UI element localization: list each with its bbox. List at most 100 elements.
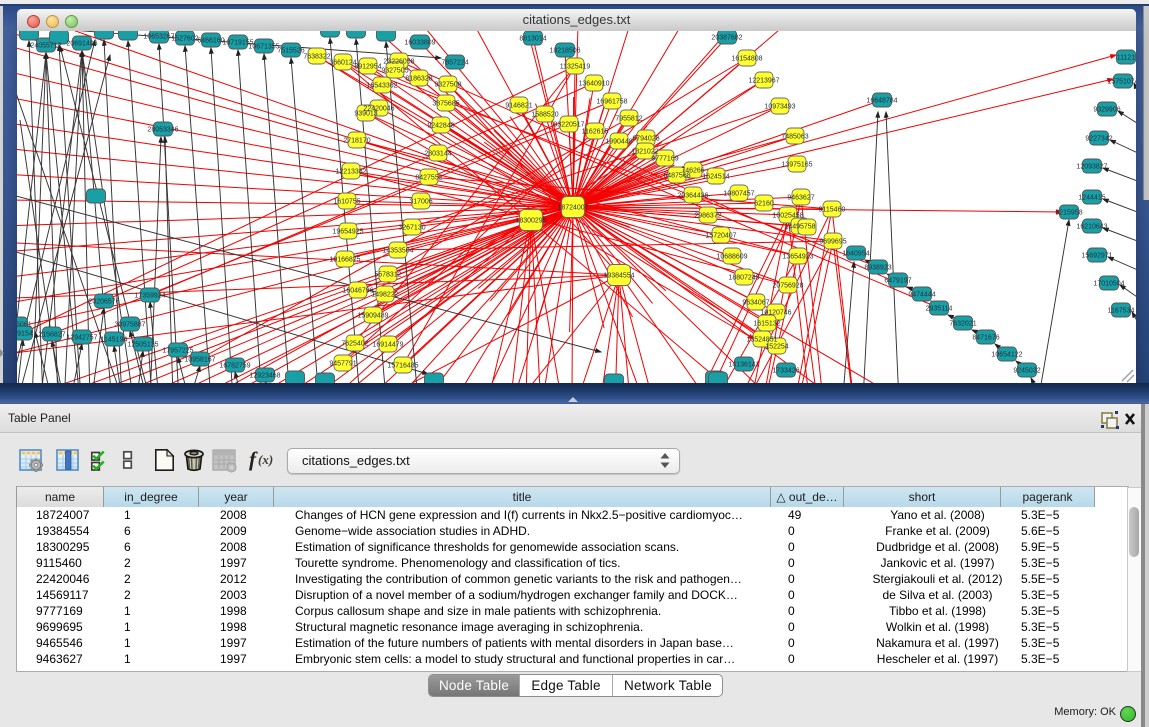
svg-text:f: f [249, 448, 258, 471]
svg-text:6466160: 6466160 [197, 38, 224, 45]
svg-text:10688609: 10688609 [716, 254, 747, 261]
svg-text:6479197: 6479197 [884, 278, 911, 285]
svg-text:9327508: 9327508 [434, 82, 461, 89]
svg-text:23226058: 23226058 [383, 59, 414, 66]
svg-text:(x): (x) [258, 452, 273, 467]
svg-text:14495758: 14495758 [784, 224, 815, 231]
svg-text:2986372: 2986372 [694, 213, 721, 220]
svg-text:18807249: 18807249 [728, 275, 759, 282]
svg-text:8215958: 8215958 [1055, 210, 1082, 217]
svg-text:14353504: 14353504 [382, 248, 413, 255]
svg-text:13975165: 13975165 [781, 162, 812, 169]
svg-text:7515526: 7515526 [277, 48, 304, 55]
svg-text:20206576: 20206576 [88, 299, 119, 306]
svg-text:20364436: 20364436 [677, 193, 708, 200]
svg-text:1498222: 1498222 [371, 292, 398, 299]
svg-text:12505135: 12505135 [127, 342, 158, 349]
svg-text:1624514: 1624514 [702, 174, 729, 181]
svg-text:7638322: 7638322 [303, 54, 330, 61]
svg-text:3660124: 3660124 [329, 60, 356, 67]
svg-text:10025458: 10025458 [772, 213, 803, 220]
svg-text:15716485: 15716485 [387, 363, 418, 370]
svg-text:19654925: 19654925 [332, 229, 363, 236]
svg-text:7632021: 7632021 [949, 321, 976, 328]
svg-text:10807457: 10807457 [723, 191, 754, 198]
svg-text:16543362: 16543362 [366, 83, 397, 90]
svg-text:7625402: 7625402 [341, 341, 368, 348]
svg-text:16046796: 16046796 [342, 288, 373, 295]
svg-text:30975887: 30975887 [114, 322, 145, 329]
svg-text:20756928: 20756928 [772, 283, 803, 290]
svg-text:18300295: 18300295 [515, 218, 546, 225]
svg-text:8186328: 8186328 [405, 76, 432, 83]
svg-text:15720407: 15720407 [705, 233, 736, 240]
svg-text:16210643: 16210643 [1076, 224, 1107, 231]
svg-text:939013: 939013 [354, 111, 377, 118]
svg-text:7485063: 7485063 [781, 134, 808, 141]
svg-text:8938923: 8938923 [864, 265, 891, 272]
svg-text:2935114: 2935114 [926, 306, 953, 313]
svg-text:15909489: 15909489 [357, 313, 388, 320]
svg-text:9699695: 9699695 [819, 239, 846, 246]
svg-text:12213967: 12213967 [748, 78, 779, 85]
svg-text:16033809: 16033809 [404, 40, 435, 47]
svg-text:2156827: 2156827 [38, 332, 65, 339]
svg-text:9777169: 9777169 [651, 156, 678, 163]
svg-text:12942757: 12942757 [66, 335, 97, 342]
svg-text:1610755: 1610755 [333, 199, 360, 206]
svg-text:20691406: 20691406 [66, 41, 97, 48]
svg-text:3267130: 3267130 [398, 225, 425, 232]
svg-text:8427552: 8427552 [415, 175, 442, 182]
svg-text:1990448: 1990448 [605, 139, 632, 146]
svg-text:17010504: 17010504 [1093, 281, 1124, 288]
svg-text:8912954: 8912954 [354, 64, 381, 71]
svg-text:62160: 62160 [754, 201, 774, 208]
svg-text:7955812: 7955812 [615, 116, 642, 123]
svg-text:13524851: 13524851 [746, 337, 777, 344]
svg-text:9474444: 9474444 [908, 292, 935, 299]
svg-text:10671355: 10671355 [248, 44, 279, 51]
svg-text:1162615: 1162615 [582, 129, 609, 136]
svg-text:1640954: 1640954 [842, 251, 869, 258]
svg-text:9457791: 9457791 [329, 361, 356, 368]
svg-text:16154808: 16154808 [731, 56, 762, 63]
svg-text:13654923: 13654923 [782, 254, 813, 261]
svg-text:20387682: 20387682 [711, 35, 742, 42]
svg-text:1821022: 1821022 [631, 149, 658, 156]
svg-text:11325419: 11325419 [560, 64, 591, 71]
svg-text:9463627: 9463627 [787, 195, 814, 202]
svg-text:10653267: 10653267 [143, 34, 174, 41]
svg-text:1167534: 1167534 [1108, 308, 1135, 315]
svg-text:18218506: 18218506 [549, 48, 580, 55]
svg-text:7857224: 7857224 [441, 60, 468, 67]
svg-text:6794028: 6794028 [632, 136, 659, 143]
svg-text:16914479: 16914479 [372, 342, 403, 349]
svg-text:8471676: 8471676 [972, 335, 999, 342]
svg-text:15692971: 15692971 [1081, 253, 1112, 260]
svg-text:9115460: 9115460 [819, 207, 846, 214]
svg-text:19166825: 19166825 [329, 257, 360, 264]
svg-text:19384554: 19384554 [603, 273, 634, 280]
svg-text:9146821: 9146821 [505, 103, 532, 110]
svg-text:1145194: 1145194 [101, 337, 128, 344]
svg-text:746266: 746266 [681, 168, 704, 175]
svg-text:10120746: 10120746 [760, 310, 791, 317]
svg-text:2718170: 2718170 [343, 138, 370, 145]
svg-text:9242848: 9242848 [427, 123, 454, 130]
svg-text:9245032: 9245032 [1013, 368, 1040, 375]
svg-text:12923468: 12923468 [249, 373, 280, 380]
svg-text:18724007: 18724007 [557, 205, 588, 212]
svg-text:3875685: 3875685 [432, 101, 459, 108]
svg-text:17359924: 17359924 [134, 293, 165, 300]
svg-text:9634067: 9634067 [742, 300, 769, 307]
svg-text:28053346: 28053346 [147, 127, 178, 134]
svg-text:16648784: 16648784 [866, 98, 897, 105]
svg-text:16782759: 16782759 [219, 363, 250, 370]
svg-text:24055712: 24055712 [30, 43, 61, 50]
svg-text:12213382: 12213382 [335, 169, 366, 176]
svg-text:1527602: 1527602 [171, 36, 198, 43]
svg-text:2803144: 2803144 [424, 151, 451, 158]
svg-text:7935061: 7935061 [17, 322, 32, 329]
svg-text:14136141: 14136141 [728, 362, 759, 369]
svg-text:1733426: 1733426 [772, 368, 799, 375]
